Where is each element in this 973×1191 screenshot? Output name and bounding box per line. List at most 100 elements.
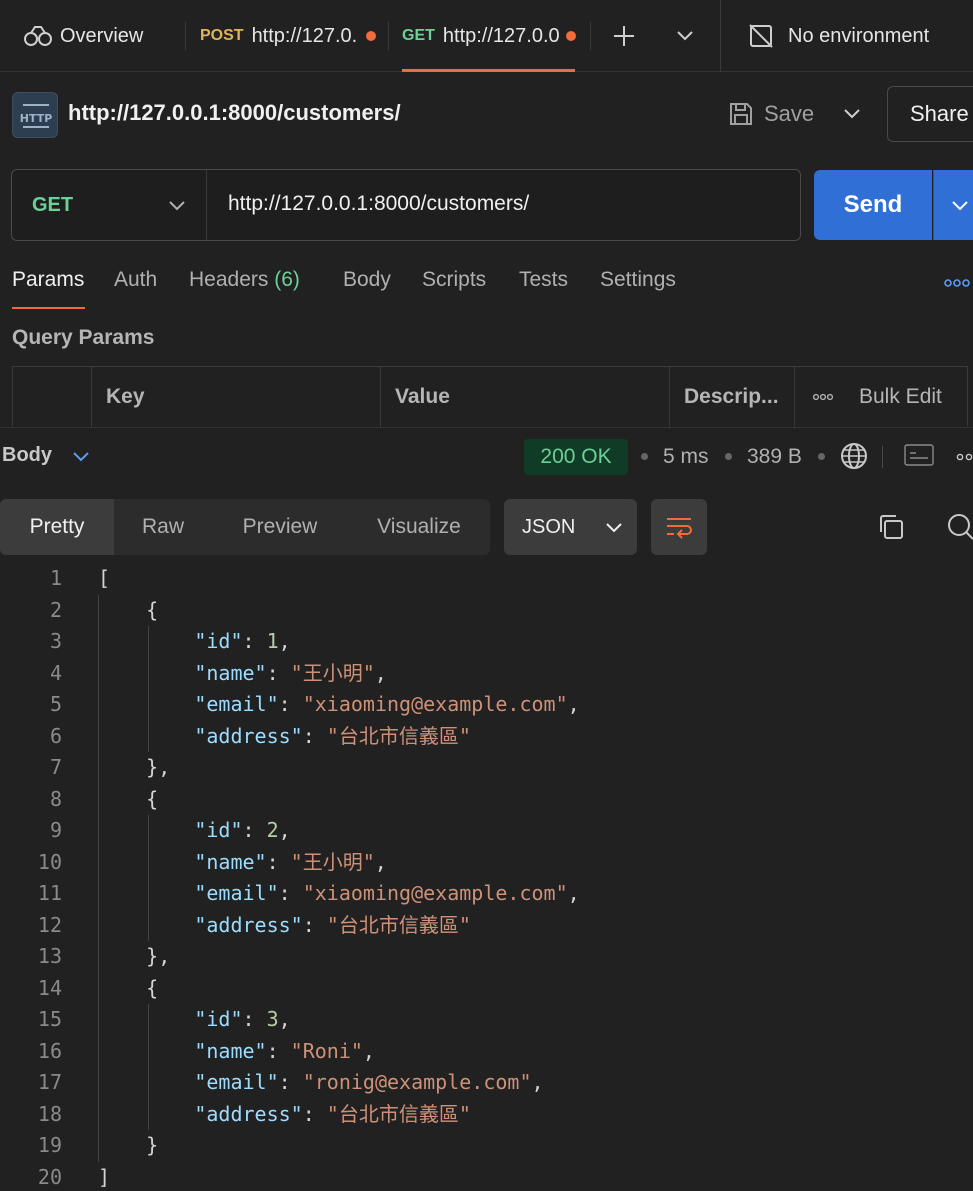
value-column-header: Value [381, 367, 670, 427]
tabs-chevron-down-icon[interactable] [676, 28, 694, 42]
code-text: "address": "台北市信義區" [98, 1099, 471, 1130]
description-column-header: Descrip... [670, 367, 795, 427]
json-punctuation: : [242, 818, 267, 842]
json-punctuation: , [362, 1038, 375, 1063]
code-text: "id": 1, [98, 626, 291, 657]
line-number: 10 [37, 849, 62, 874]
indent-guide [148, 626, 149, 752]
json-punctuation [98, 881, 194, 905]
view-toggle-group: Pretty Raw Preview Visualize [0, 499, 490, 555]
line-number: 14 [37, 975, 62, 1000]
response-more-icon[interactable] [956, 453, 973, 461]
json-key: "id" [194, 1007, 243, 1031]
json-punctuation: , [278, 818, 291, 842]
code-text: "address": "台北市信義區" [98, 910, 471, 941]
line-number: 4 [49, 660, 62, 685]
tab-auth[interactable]: Auth [114, 268, 157, 292]
new-tab-plus-icon[interactable] [612, 24, 636, 48]
query-params-title: Query Params [12, 326, 155, 349]
tab-url: http://127.0. [251, 24, 358, 47]
more-icon [813, 393, 833, 401]
json-punctuation: , [278, 629, 291, 653]
json-punctuation: { [98, 975, 159, 1000]
json-punctuation: : [278, 1070, 303, 1094]
json-punctuation: : [242, 629, 267, 653]
query-params-table: Key Value Descrip... Bulk Edit [12, 366, 969, 427]
line-number: 11 [37, 881, 62, 905]
view-pretty-button[interactable]: Pretty [0, 499, 114, 555]
json-punctuation: }, [98, 944, 171, 968]
tab-scripts[interactable]: Scripts [422, 268, 486, 292]
save-options-chevron-icon[interactable] [843, 106, 861, 120]
json-punctuation: : [242, 1007, 267, 1031]
view-visualize-button[interactable]: Visualize [348, 499, 490, 555]
json-punctuation: : [266, 660, 291, 685]
tab-body[interactable]: Body [343, 268, 391, 292]
json-punctuation: : [302, 723, 327, 748]
url-input[interactable]: http://127.0.0.1:8000/customers/ [228, 192, 529, 216]
line-number: 2 [49, 597, 62, 622]
tab-get-request[interactable]: GET http://127.0.0 [402, 0, 576, 72]
tab-tests[interactable]: Tests [519, 268, 568, 292]
json-punctuation: : [278, 692, 303, 716]
json-string: "台北市信義區" [326, 723, 471, 748]
json-punctuation: : [266, 1038, 291, 1063]
url-bar: GET http://127.0.0.1:8000/customers/ [11, 169, 801, 241]
globe-icon[interactable] [840, 442, 868, 470]
tab-settings[interactable]: Settings [600, 268, 676, 292]
send-chevron-down-icon [951, 198, 969, 212]
tab-headers[interactable]: Headers (6) [189, 268, 300, 292]
response-body-selector[interactable]: Body [2, 444, 90, 467]
example-icon[interactable] [904, 444, 934, 466]
json-punctuation [98, 1007, 194, 1031]
json-punctuation [98, 724, 194, 748]
request-title[interactable]: http://127.0.0.1:8000/customers/ [68, 100, 401, 126]
status-badge[interactable]: 200 OK [524, 439, 628, 475]
line-number: 12 [37, 912, 62, 937]
search-icon[interactable] [945, 513, 973, 541]
send-button[interactable]: Send [814, 170, 932, 240]
environment-selector[interactable]: No environment [748, 0, 968, 72]
view-raw-button[interactable]: Raw [114, 499, 212, 555]
format-select[interactable]: JSON [504, 499, 637, 555]
method-label: GET [32, 193, 74, 216]
json-punctuation [98, 818, 194, 842]
json-punctuation: { [98, 597, 159, 622]
line-number: 6 [49, 723, 62, 748]
checkbox-column [13, 367, 92, 427]
json-key: "address" [194, 912, 303, 937]
tab-url: http://127.0.0 [442, 24, 560, 47]
json-punctuation [98, 629, 194, 653]
method-select[interactable]: GET [12, 170, 207, 240]
send-options-button[interactable] [933, 170, 973, 240]
json-punctuation: , [567, 881, 580, 905]
save-button[interactable]: Save [728, 93, 814, 135]
active-tab-indicator [402, 69, 575, 72]
tab-divider [185, 22, 186, 50]
more-options-icon[interactable] [944, 279, 970, 287]
code-text: "name": "Roni", [98, 1036, 375, 1067]
json-punctuation: }, [98, 755, 171, 779]
share-button[interactable]: Share [887, 86, 973, 142]
params-tab-indicator [12, 307, 85, 309]
svg-text:HTTP: HTTP [20, 112, 53, 125]
wrap-lines-button[interactable] [651, 499, 707, 555]
copy-icon[interactable] [877, 513, 905, 541]
json-punctuation [98, 692, 194, 716]
code-text: { [98, 784, 158, 815]
overview-icon [24, 25, 52, 47]
tab-post-request[interactable]: POST http://127.0. [200, 0, 378, 72]
code-text: } [98, 1130, 158, 1161]
send-divider [933, 170, 934, 240]
json-string: "台北市信義區" [326, 912, 471, 937]
env-divider [720, 0, 721, 72]
bulk-edit-button[interactable]: Bulk Edit [795, 367, 969, 427]
unsaved-dot-icon [566, 31, 576, 41]
tab-overview[interactable]: Overview [24, 0, 174, 72]
view-preview-button[interactable]: Preview [212, 499, 348, 555]
environment-label: No environment [788, 24, 930, 47]
tab-divider [590, 22, 591, 50]
response-time[interactable]: 5 ms [663, 445, 709, 469]
response-size[interactable]: 389 B [747, 445, 802, 469]
tab-params[interactable]: Params [12, 268, 84, 292]
